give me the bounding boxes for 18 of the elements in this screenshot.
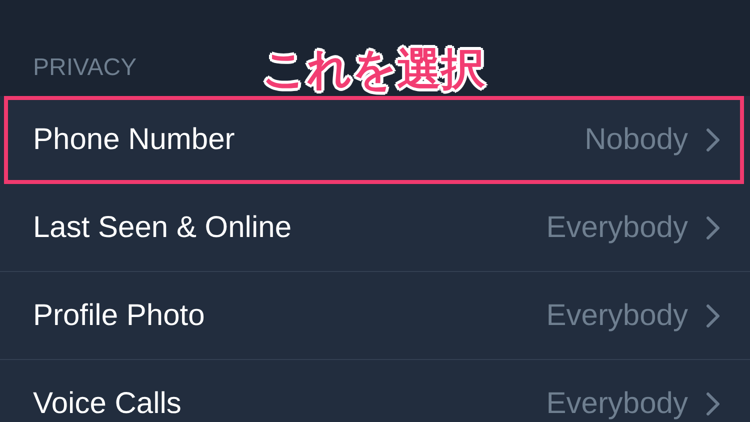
settings-row[interactable]: Last Seen & Online Everybody [0,184,750,272]
chevron-icon [706,304,720,328]
row-label: Phone Number [33,122,236,156]
settings-row[interactable]: Voice Calls Everybody [0,360,750,422]
section-header: PRIVACY [33,54,137,82]
row-label: Profile Photo [33,298,206,332]
row-label: Last Seen & Online [33,210,293,244]
row-label: Voice Calls [33,386,182,420]
row-value: Nobody [584,122,688,156]
annotation-label: これを選択 [262,43,485,97]
settings-row[interactable]: Profile Photo Everybody [0,272,750,360]
chevron-icon [706,128,720,152]
row-value: Everybody [546,386,688,420]
row-value: Everybody [546,298,688,332]
settings-row[interactable]: Phone Number Nobody [4,96,744,184]
chevron-icon [706,392,720,416]
row-value: Everybody [546,210,688,244]
chevron-icon [706,216,720,240]
